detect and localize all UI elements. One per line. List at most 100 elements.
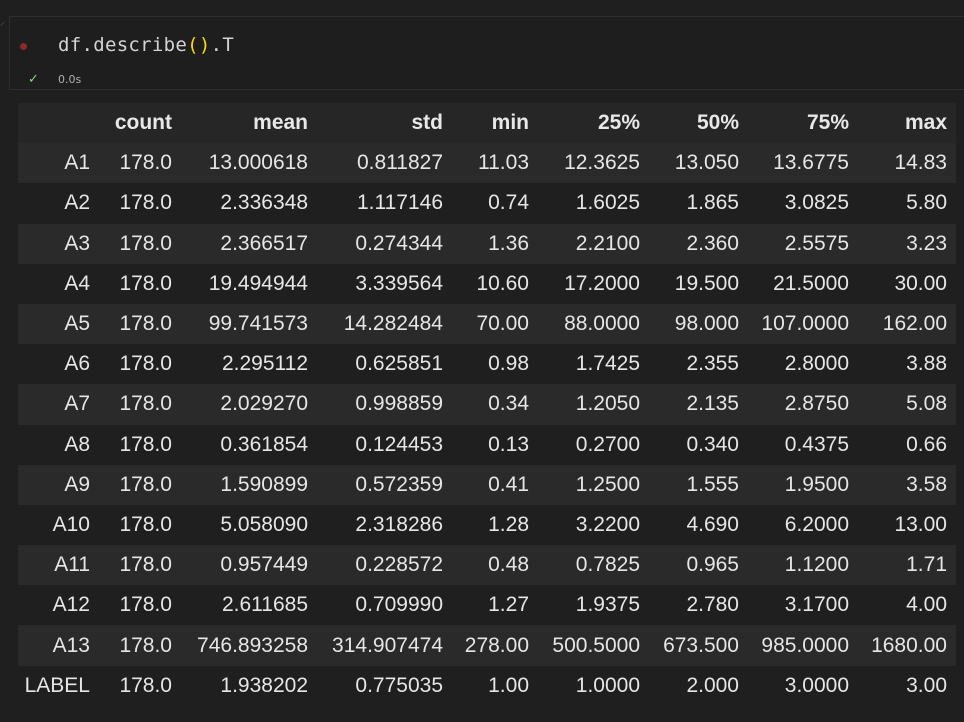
table-cell: 1.938202 [220, 673, 308, 697]
table-cell: 1.865 [686, 191, 739, 215]
table-cell: 178.0 [119, 392, 172, 416]
table-row: A11 178.0 0.957449 0.228572 0.48 0.7825 0.965 1… [18, 545, 956, 586]
execution-time: 0.0s [58, 72, 82, 86]
table-cell: 2.318286 [355, 512, 443, 536]
table-cell: 13.000618 [208, 151, 308, 175]
table-cell: 13.00 [894, 512, 947, 536]
table-cell: 1.71 [906, 553, 947, 577]
table-cell: 0.965 [686, 553, 739, 577]
table-cell: 3.0825 [784, 191, 849, 215]
table-cell: 1.0000 [575, 673, 640, 697]
table-cell: 1.6025 [575, 191, 640, 215]
table-cell: 21.5000 [773, 271, 849, 295]
cell-collapse-marker[interactable]: ⸝ [0, 19, 6, 28]
table-cell: 2.780 [686, 593, 739, 617]
table-cell: 0.340 [686, 432, 739, 456]
table-cell: 314.907474 [332, 633, 443, 657]
table-row: A10 178.0 5.058090 2.318286 1.28 3.2200 4.690 6… [18, 504, 956, 546]
table-cell: 12.3625 [564, 151, 640, 175]
table-cell: 162.00 [882, 312, 947, 336]
table-cell: 5.80 [906, 191, 947, 215]
row-label: LABEL [24, 673, 90, 697]
check-icon: ✓ [28, 71, 39, 87]
table-cell: 2.336348 [220, 191, 308, 215]
table-cell: 3.23 [906, 231, 947, 255]
table-cell: 14.83 [894, 151, 947, 175]
table-row: A12 178.0 2.611685 0.709990 1.27 1.9375 2.780 3… [18, 585, 956, 626]
table-cell: 14.282484 [343, 312, 443, 336]
notebook-code-cell[interactable]: df.describe().T ✓ 0.0s [9, 16, 964, 90]
table-cell: 0.66 [906, 432, 947, 456]
execution-status: ✓ 0.0s [28, 71, 81, 87]
column-header: min [452, 103, 538, 144]
code-editor-line[interactable]: df.describe().T [58, 34, 234, 56]
table-row: A6 178.0 2.295112 0.625851 0.98 1.7425 2.355 2.… [18, 344, 956, 385]
column-header: max [858, 103, 956, 144]
table-cell: 0.572359 [355, 472, 443, 496]
table-cell: 0.998859 [355, 392, 443, 416]
column-header: mean [181, 103, 317, 144]
table-row: A8 178.0 0.361854 0.124453 0.13 0.2700 0.340 0.… [18, 424, 956, 465]
table-cell: 0.41 [488, 472, 529, 496]
table-header-row: count mean std min 25% 50% 75% max [18, 103, 956, 144]
table-cell: 673.500 [663, 633, 739, 657]
table-row: A3 178.0 2.366517 0.274344 1.36 2.2100 2.360 2.… [18, 223, 956, 264]
table-cell: 6.2000 [784, 512, 849, 536]
table-cell: 178.0 [119, 593, 172, 617]
table-cell: 2.295112 [221, 352, 308, 376]
table-cell: 0.709990 [355, 593, 443, 617]
row-label: A6 [64, 352, 90, 376]
table-cell: 0.34 [488, 392, 529, 416]
table-cell: 178.0 [119, 312, 172, 336]
table-cell: 0.811827 [356, 151, 443, 175]
table-cell: 0.7825 [575, 553, 640, 577]
breakpoint-dot-icon[interactable] [20, 43, 27, 50]
table-cell: 2.029270 [220, 392, 308, 416]
table-cell: 1.9375 [575, 593, 640, 617]
row-label: A13 [52, 633, 90, 657]
table-cell: 1.00 [488, 673, 529, 697]
table-cell: 3.88 [906, 352, 947, 376]
table-cell: 746.893258 [197, 633, 308, 657]
table-cell: 99.741573 [208, 312, 308, 336]
table-cell: 1.27 [488, 593, 529, 617]
table-cell: 1.7425 [575, 352, 640, 376]
table-cell: 3.0000 [784, 673, 849, 697]
column-header: count [99, 103, 181, 144]
table-cell: 19.500 [674, 271, 739, 295]
table-cell: 2.8750 [784, 392, 849, 416]
table-cell: 2.611685 [221, 593, 308, 617]
table-cell: 5.058090 [220, 512, 308, 536]
table-cell: 178.0 [119, 151, 172, 175]
row-label: A7 [64, 392, 90, 416]
table-row: A2 178.0 2.336348 1.117146 0.74 1.6025 1.865 3.… [18, 183, 956, 224]
table-cell: 13.6775 [773, 151, 849, 175]
row-label: A5 [64, 312, 90, 336]
table-row: A4 178.0 19.494944 3.339564 10.60 17.2000 19.5… [18, 263, 956, 304]
table-cell: 30.00 [894, 271, 947, 295]
table-cell: 0.775035 [355, 673, 443, 697]
table-cell: 2.360 [686, 231, 739, 255]
table-row: LABEL 178.0 1.938202 0.775035 1.00 1.0000 2.00… [18, 665, 956, 706]
table-cell: 11.03 [478, 151, 529, 175]
table-cell: 2.366517 [220, 231, 308, 255]
table-cell: 70.00 [476, 312, 529, 336]
table-row: A13 178.0 746.893258 314.907474 278.00 500.50… [18, 625, 956, 666]
table-cell: 1.117146 [356, 191, 443, 215]
table-cell: 2.135 [686, 392, 739, 416]
table-cell: 0.274344 [355, 231, 443, 255]
table-cell: 107.0000 [761, 312, 849, 336]
row-label: A8 [64, 432, 90, 456]
table-cell: 1.36 [488, 231, 529, 255]
table-cell: 0.98 [488, 352, 529, 376]
table-cell: 0.361854 [220, 432, 308, 456]
describe-table: count mean std min 25% 50% 75% max A1 178.0 13.00… [18, 103, 956, 706]
table-cell: 2.5575 [784, 231, 849, 255]
table-cell: 0.124453 [355, 432, 443, 456]
table-cell: 0.957449 [220, 553, 308, 577]
code-paren-open: ( [187, 34, 199, 56]
row-label: A10 [52, 512, 90, 536]
row-label: A3 [64, 231, 90, 255]
table-cell: 178.0 [119, 191, 172, 215]
table-cell: 178.0 [119, 512, 172, 536]
